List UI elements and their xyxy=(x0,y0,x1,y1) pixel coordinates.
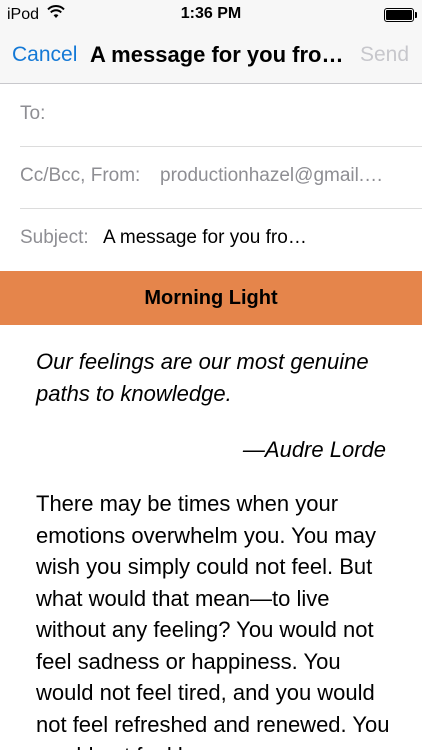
from-address[interactable]: productionhazel@gmail.… xyxy=(160,165,400,187)
subject-input[interactable]: A message for you fro… xyxy=(103,227,383,249)
status-time: 1:36 PM xyxy=(180,5,242,22)
message-body[interactable]: There may be times when your emotions ov… xyxy=(36,488,394,750)
compose-nav-bar: Cancel A message for you fro… Send xyxy=(0,30,422,84)
to-label: To: xyxy=(20,103,46,124)
cancel-button[interactable]: Cancel xyxy=(12,43,77,67)
compose-title: A message for you fro… xyxy=(90,42,344,67)
subject-field[interactable]: Subject: A message for you fro… xyxy=(0,209,422,271)
battery-icon xyxy=(384,8,417,22)
send-button[interactable]: Send xyxy=(360,43,409,67)
to-field[interactable]: To: xyxy=(0,85,422,147)
status-bar: iPod 1:36 PM xyxy=(0,0,422,30)
subject-label: Subject: xyxy=(20,227,89,248)
banner-title: Morning Light xyxy=(144,287,278,309)
cc-bcc-from-field[interactable]: Cc/Bcc, From: productionhazel@gmail.… xyxy=(0,147,422,209)
battery-level xyxy=(386,10,412,20)
quote-author[interactable]: —Audre Lorde xyxy=(36,434,386,466)
quote-text[interactable]: Our feelings are our most genuine paths … xyxy=(36,346,396,410)
cc-bcc-from-label: Cc/Bcc, From: xyxy=(20,165,141,186)
message-banner: Morning Light xyxy=(0,271,422,325)
